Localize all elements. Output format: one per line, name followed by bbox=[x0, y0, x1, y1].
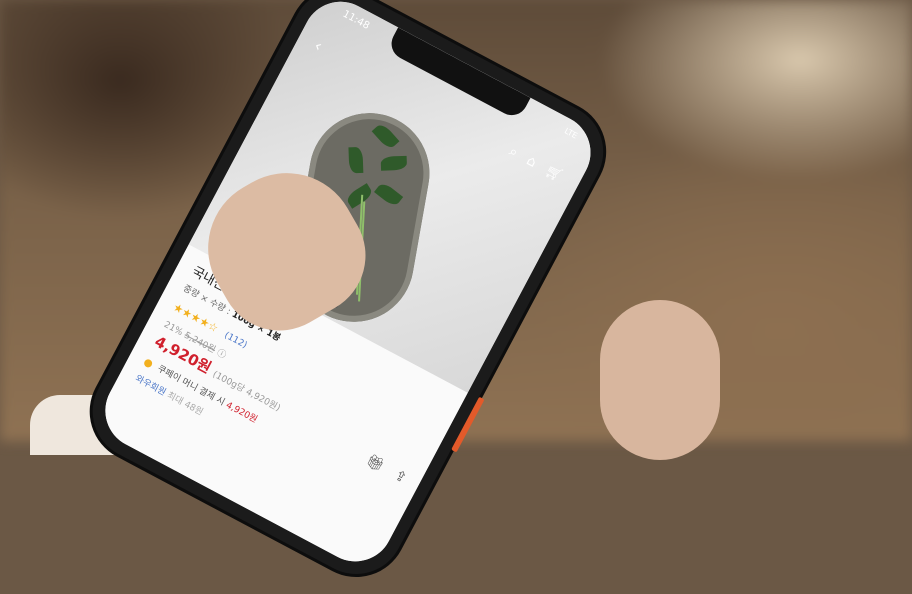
home-icon[interactable]: ⌂ bbox=[524, 153, 539, 171]
membership-label: 와우회원 bbox=[133, 373, 168, 399]
herb-leaf bbox=[348, 146, 364, 174]
coupay-icon bbox=[142, 357, 154, 369]
cart-icon[interactable]: 🛒︎ bbox=[542, 162, 565, 184]
info-icon[interactable]: ⓘ bbox=[215, 348, 228, 361]
chevron-left-icon[interactable]: ‹ bbox=[311, 36, 326, 56]
right-hand-fingers bbox=[600, 300, 720, 460]
search-icon[interactable]: ⌕ bbox=[506, 143, 520, 161]
